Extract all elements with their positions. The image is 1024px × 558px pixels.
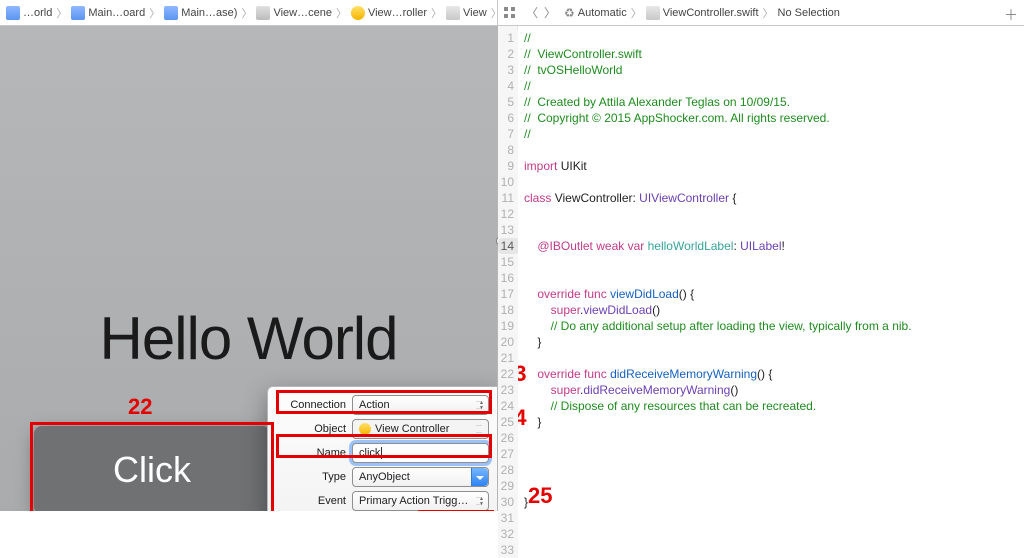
nav-back-icon[interactable]: 〈 <box>526 4 538 21</box>
crumb-scene[interactable]: View…cene <box>254 6 334 20</box>
chevron-right-icon: 〉 <box>761 5 776 21</box>
annotation-box <box>276 434 492 458</box>
chevron-right-icon: 〉 <box>239 5 254 21</box>
crumb-no-selection[interactable]: No Selection <box>776 7 842 19</box>
chevron-right-icon: 〉 <box>629 5 644 21</box>
jump-bar: …orld〉 Main…oard〉 Main…ase)〉 View…cene〉 … <box>0 0 1024 26</box>
crumb-project[interactable]: …orld <box>4 6 54 20</box>
chevron-right-icon: 〉 <box>489 5 498 21</box>
code-editor[interactable]: 23 24 25 1// 2// ViewController.swift 3/… <box>498 26 1024 511</box>
annotation-box <box>30 422 274 511</box>
view-controller-icon <box>351 6 365 20</box>
storyboard-canvas[interactable]: Hello World Click Connection Action▲▼ Ob… <box>0 26 498 511</box>
scene-icon <box>256 6 270 20</box>
crumb-view[interactable]: View <box>444 6 489 20</box>
related-items-icon[interactable] <box>502 5 518 21</box>
chevron-right-icon: 〉 <box>429 5 444 21</box>
crumb-scheme[interactable]: ♻︎ Automatic <box>562 6 629 20</box>
code-lines[interactable]: 1// 2// ViewController.swift 3// tvOSHel… <box>498 26 1024 511</box>
crumb-storyboard[interactable]: Main…oard <box>69 6 147 20</box>
annotation-box <box>276 390 492 414</box>
nav-forward-icon[interactable]: 〉 <box>544 4 556 21</box>
field-label: Type <box>276 471 346 483</box>
file-icon <box>164 6 178 20</box>
chevron-right-icon: 〉 <box>54 5 69 21</box>
jump-bar-left[interactable]: …orld〉 Main…oard〉 Main…ase)〉 View…cene〉 … <box>0 0 498 25</box>
chevron-right-icon: 〉 <box>334 5 349 21</box>
field-label: Event <box>276 495 346 507</box>
event-select[interactable]: Primary Action Trigg…▲▼ <box>352 491 489 511</box>
hello-world-label: Hello World <box>0 304 497 373</box>
jump-bar-right[interactable]: 〈 〉 ♻︎ Automatic 〉 ViewController.swift〉… <box>498 0 1024 25</box>
crumb-view-controller[interactable]: View…roller <box>349 6 429 20</box>
chevron-right-icon: 〉 <box>147 5 162 21</box>
folder-icon <box>6 6 20 20</box>
swift-file-icon <box>646 6 660 20</box>
view-icon <box>446 6 460 20</box>
crumb-base[interactable]: Main…ase) <box>162 6 239 20</box>
file-icon <box>71 6 85 20</box>
annotation-number: 22 <box>128 394 152 420</box>
add-assistant-icon[interactable]: ＋ <box>1004 5 1018 25</box>
recycle-icon: ♻︎ <box>564 6 575 20</box>
crumb-file[interactable]: ViewController.swift <box>644 6 761 20</box>
type-select[interactable]: AnyObject <box>352 467 489 487</box>
